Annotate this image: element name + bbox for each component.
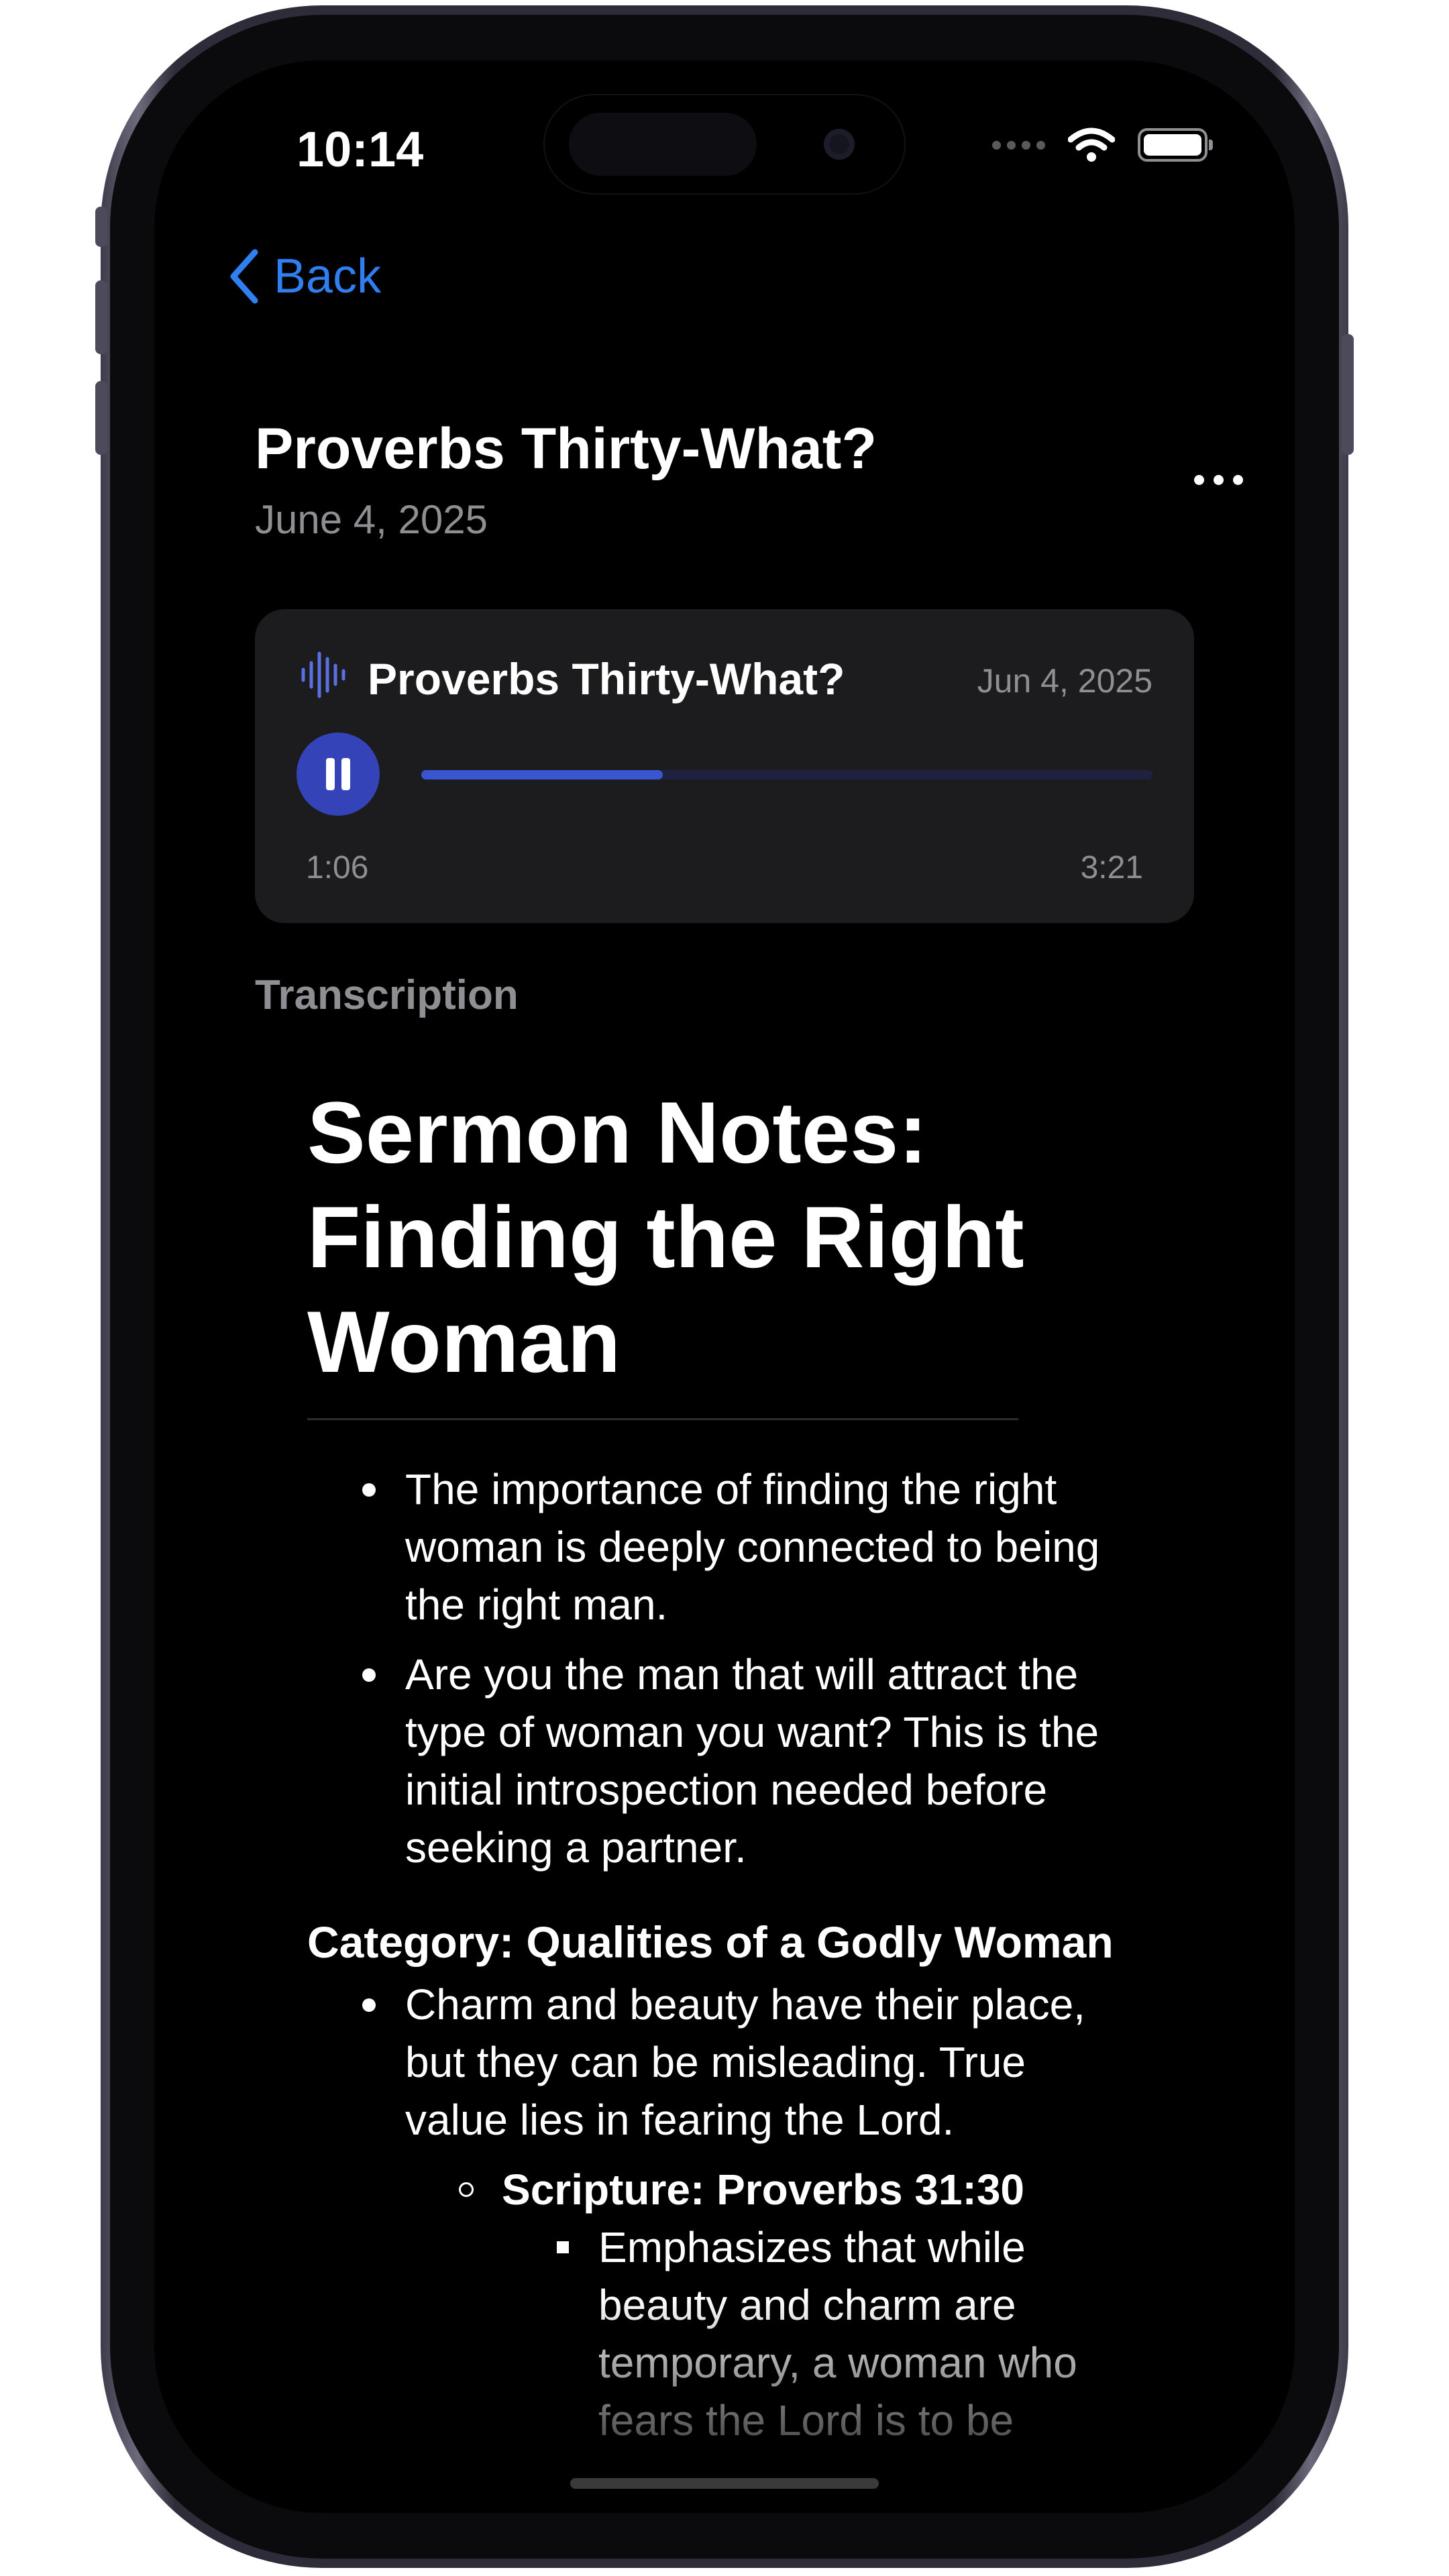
scripture-reference: Scripture: Proverbs 31:30 [307,2161,1206,2218]
elapsed-time: 1:06 [306,850,369,885]
category-heading: Category: Qualities of a Godly Woman [307,1917,1114,1967]
waveform-icon [301,651,345,698]
island-sensor [569,113,757,176]
volume-down-button [95,381,107,455]
wifi-icon [1068,127,1115,162]
back-button[interactable]: Back [228,248,381,305]
playback-scrubber[interactable] [421,770,1152,780]
intro-bullets: The importance of finding the right woma… [307,1460,1206,1876]
dynamic-island [543,94,906,195]
transcription-label: Transcription [255,972,519,1018]
playback-progress [421,770,663,780]
battery-icon [1138,128,1213,162]
page-date: June 4, 2025 [255,497,488,542]
chevron-left-icon [230,249,258,304]
status-indicators [992,127,1213,162]
transcription-heading: Sermon Notes: Finding the Right Woman [307,1083,1024,1391]
power-button [1342,334,1354,455]
volume-up-button [95,280,107,354]
cellular-signal-icon [992,140,1045,150]
phone-frame: 10:14 Back Proverbs Thirty-What? June 4,… [95,5,1354,2568]
front-camera [824,129,855,160]
audio-player-card: Proverbs Thirty-What? Jun 4, 2025 1:06 3… [255,609,1194,923]
page-title: Proverbs Thirty-What? [255,417,877,481]
ellipsis-icon [1194,475,1204,485]
list-item: Are you the man that will attract the ty… [307,1646,1110,1876]
back-label: Back [274,250,382,303]
divider [307,1418,1018,1420]
pause-button[interactable] [297,733,380,816]
transcription-content: Sermon Notes: Finding the Right Woman Th… [307,1080,1206,2449]
home-indicator[interactable] [570,2478,879,2489]
action-button [95,207,107,247]
player-date: Jun 4, 2025 [977,662,1152,700]
list-item: The importance of finding the right woma… [307,1460,1110,1633]
more-options-button[interactable] [1194,475,1243,485]
app-screen: 10:14 Back Proverbs Thirty-What? June 4,… [154,60,1295,2513]
player-title: Proverbs Thirty-What? [368,654,845,704]
total-time: 3:21 [1080,850,1143,885]
status-time: 10:14 [297,121,424,177]
list-item: Charm and beauty have their place, but t… [307,1976,1110,2149]
